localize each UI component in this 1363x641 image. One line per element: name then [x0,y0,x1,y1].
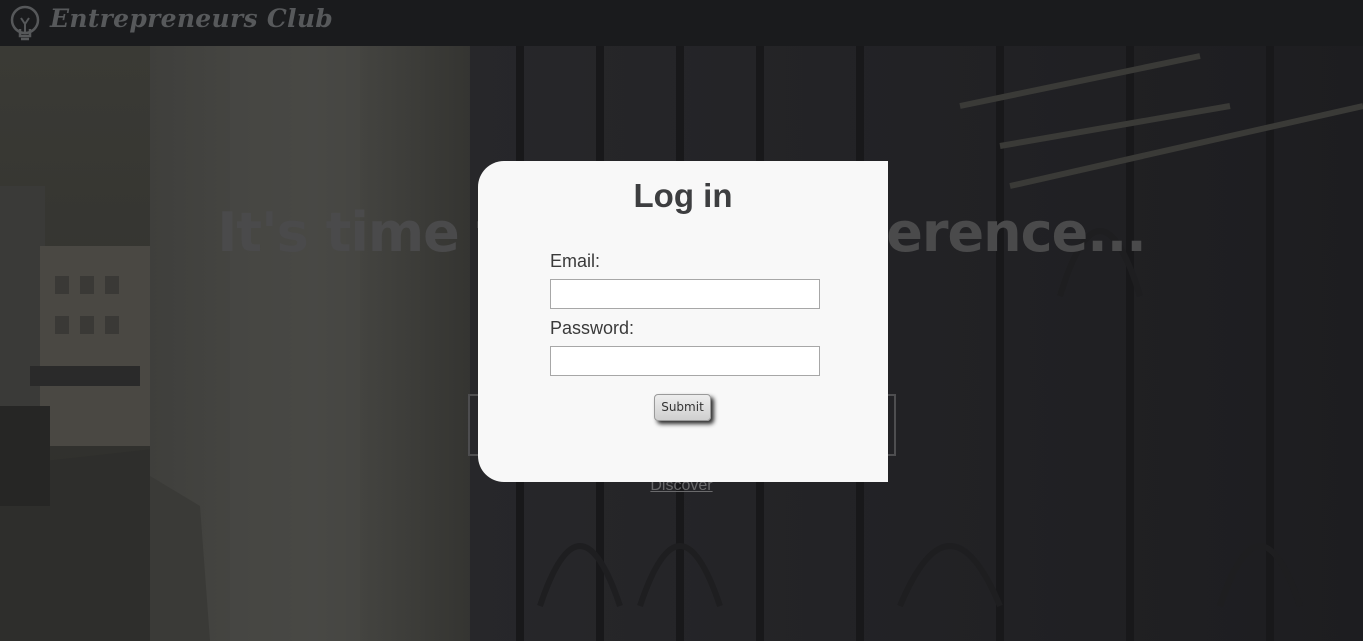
email-label: Email: [550,251,601,271]
brand-name[interactable]: Entrepreneurs Club [50,4,333,33]
login-title: Log in [633,177,733,214]
login-modal: Log in Email: Password: Submit [478,161,888,482]
email-field[interactable] [550,279,820,309]
submit-button[interactable]: Submit [654,394,711,421]
lightbulb-icon[interactable] [9,5,41,41]
password-label: Password: [550,318,635,338]
password-field[interactable] [550,346,820,376]
top-navbar: Entrepreneurs Club [0,0,1363,46]
